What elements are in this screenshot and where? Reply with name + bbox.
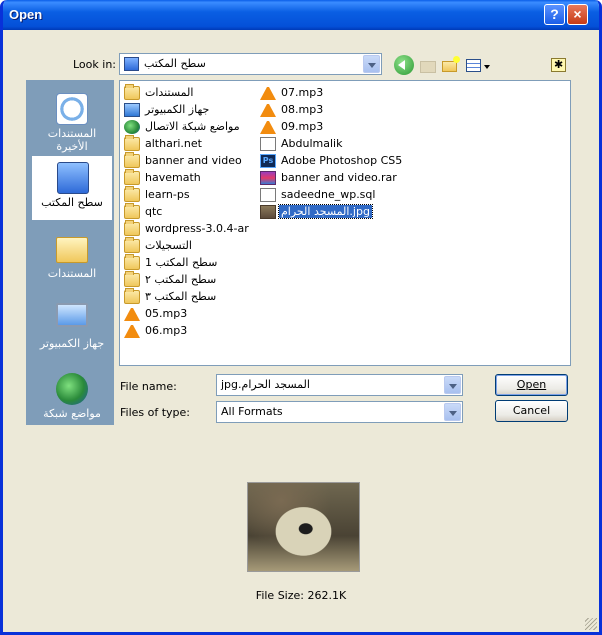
- file-name-value: المسجد الحرام.jpg: [221, 378, 310, 391]
- open-button[interactable]: Open: [495, 374, 568, 396]
- folder-icon: [124, 203, 140, 219]
- file-name: 05.mp3: [145, 307, 188, 320]
- file-name: banner and video: [145, 154, 242, 167]
- my-documents-icon: [56, 237, 88, 263]
- open-button-label: Open: [516, 378, 547, 391]
- shortcut-icon: [260, 137, 276, 151]
- file-name: سطح المكتب ٢: [145, 273, 217, 286]
- desktop-small-icon: [124, 57, 139, 71]
- file-name: 08.mp3: [281, 103, 324, 116]
- folder-icon: [124, 169, 140, 185]
- place-label: جهاز الكمبيوتر: [39, 337, 105, 350]
- my-computer-icon: [56, 303, 88, 327]
- image-preview: [247, 482, 360, 572]
- file-name: Abdulmalik: [281, 137, 343, 150]
- network-places-icon: [56, 373, 88, 405]
- photoshop-icon: Ps: [260, 154, 276, 168]
- file-name: 07.mp3: [281, 86, 324, 99]
- vlc-icon: [260, 120, 276, 134]
- cancel-button-label: Cancel: [512, 404, 551, 417]
- documents-folder-icon: [124, 84, 140, 100]
- file-name: banner and video.rar: [281, 171, 397, 184]
- place-recent[interactable]: المستندات الأخيرة: [31, 87, 113, 153]
- rar-icon: [260, 171, 276, 185]
- place-desktop[interactable]: سطح المكتب: [31, 155, 113, 221]
- cancel-button[interactable]: Cancel: [495, 400, 568, 422]
- file-size-text: File Size: 262.1K: [255, 589, 347, 602]
- file-name: المستندات: [145, 86, 194, 99]
- folder-icon: [124, 135, 140, 151]
- file-name: sadeedne_wp.sql: [281, 188, 376, 201]
- vlc-icon: [260, 86, 276, 100]
- folder-icon: [124, 271, 140, 287]
- recent-documents-icon: [56, 93, 88, 125]
- help-button[interactable]: ?: [544, 4, 565, 25]
- place-label: المستندات: [47, 267, 97, 280]
- place-label: مواضع شبكة: [43, 407, 101, 420]
- sql-file-icon: [260, 188, 276, 202]
- place-computer[interactable]: جهاز الكمبيوتر: [31, 297, 113, 363]
- chevron-down-icon[interactable]: [363, 55, 380, 73]
- folder-icon: [124, 237, 140, 253]
- place-label: المستندات الأخيرة: [47, 127, 97, 153]
- network-icon: [124, 120, 140, 134]
- file-name: سطح المكتب 1: [145, 256, 218, 269]
- file-name: 09.mp3: [281, 120, 324, 133]
- up-folder-icon[interactable]: [418, 55, 438, 75]
- file-type-value: All Formats: [221, 405, 283, 418]
- computer-icon: [124, 103, 140, 117]
- file-name: althari.net: [145, 137, 202, 150]
- desktop-icon: [57, 162, 89, 194]
- place-documents[interactable]: المستندات: [31, 227, 113, 293]
- folder-icon: [124, 220, 140, 236]
- file-name: التسجيلات: [145, 239, 192, 252]
- file-type-label: Files of type:: [120, 406, 191, 419]
- chevron-down-icon[interactable]: [444, 403, 461, 421]
- folder-icon: [124, 254, 140, 270]
- resize-grip[interactable]: [585, 618, 597, 630]
- close-button[interactable]: ×: [567, 4, 588, 25]
- window-title: Open: [9, 7, 43, 22]
- look-in-label: Look in:: [73, 58, 116, 71]
- file-type-select[interactable]: All Formats: [216, 401, 463, 423]
- file-list[interactable]: المستندات جهاز الكمبيوتر مواضع شبكة الاتصا…: [119, 80, 571, 366]
- open-dialog: Open ? × Look in: سطح المكتب ✱ المستندات…: [0, 0, 602, 635]
- place-network[interactable]: مواضع شبكة: [31, 367, 113, 433]
- file-name: جهاز الكمبيوتر: [145, 103, 210, 116]
- tools-icon[interactable]: ✱: [549, 55, 569, 75]
- title-bar[interactable]: Open ? ×: [3, 0, 599, 30]
- folder-icon: [124, 186, 140, 202]
- file-name-input[interactable]: المسجد الحرام.jpg: [216, 374, 463, 396]
- folder-icon: [124, 152, 140, 168]
- places-bar: المستندات الأخيرة سطح المكتب المستندات ج…: [26, 80, 114, 425]
- look-in-value: سطح المكتب: [144, 57, 206, 70]
- file-name: wordpress-3.0.4-ar: [145, 222, 249, 235]
- vlc-icon: [124, 324, 140, 338]
- file-name: سطح المكتب ٣: [145, 290, 217, 303]
- view-menu-icon[interactable]: [465, 55, 491, 75]
- place-label: سطح المكتب: [41, 196, 103, 209]
- file-name: 06.mp3: [145, 324, 188, 337]
- file-name: Adobe Photoshop CS5: [281, 154, 403, 167]
- file-name-label: File name:: [120, 380, 177, 393]
- back-icon[interactable]: [394, 55, 414, 75]
- folder-icon: [124, 288, 140, 304]
- jpg-file-icon: [260, 205, 276, 219]
- new-folder-icon[interactable]: [441, 55, 461, 75]
- vlc-icon: [124, 307, 140, 321]
- file-name: qtc: [145, 205, 163, 218]
- vlc-icon: [260, 103, 276, 117]
- file-name: havemath: [145, 171, 201, 184]
- chevron-down-icon[interactable]: [444, 376, 461, 394]
- file-name: learn-ps: [145, 188, 190, 201]
- file-name: مواضع شبكة الاتصال: [145, 120, 240, 133]
- file-name: المسجد الحرام.jpg: [278, 204, 373, 219]
- look-in-combo[interactable]: سطح المكتب: [119, 53, 382, 75]
